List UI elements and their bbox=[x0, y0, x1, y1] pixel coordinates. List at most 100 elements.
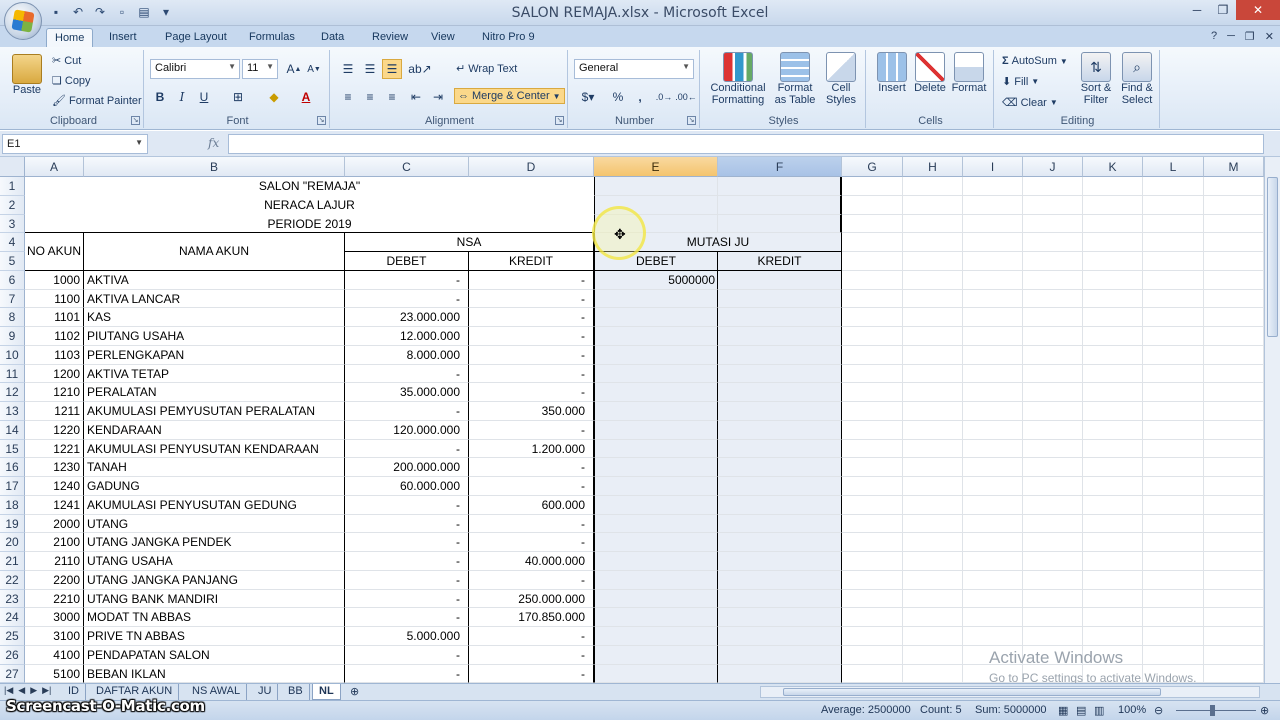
table-row-no-akun[interactable]: 1100 bbox=[25, 289, 84, 309]
row-header-9[interactable]: 9 bbox=[0, 327, 25, 346]
table-row-no-akun[interactable]: 2000 bbox=[25, 514, 84, 534]
cell-empty[interactable] bbox=[842, 495, 903, 515]
cell-empty[interactable] bbox=[842, 570, 903, 590]
row-header-22[interactable]: 22 bbox=[0, 570, 25, 590]
row-header-21[interactable]: 21 bbox=[0, 552, 25, 571]
cell-empty[interactable] bbox=[1023, 533, 1083, 552]
cell-styles-button[interactable]: Cell Styles bbox=[820, 52, 862, 106]
conditional-formatting-button[interactable]: Conditional Formatting bbox=[708, 52, 768, 106]
cell-empty[interactable] bbox=[842, 477, 903, 496]
page-layout-view-icon[interactable]: ▤ bbox=[1076, 704, 1086, 717]
borders-icon[interactable]: ⊞ bbox=[228, 87, 248, 107]
table-row-no-akun[interactable]: 1103 bbox=[25, 345, 84, 365]
cell-empty[interactable] bbox=[1083, 233, 1143, 252]
cell-empty[interactable] bbox=[903, 177, 963, 196]
table-row-no-akun[interactable]: 5100 bbox=[25, 664, 84, 683]
table-row-mutasi-kredit[interactable] bbox=[718, 364, 842, 384]
table-row-nama-akun[interactable]: KAS bbox=[84, 308, 345, 327]
cell-empty[interactable] bbox=[963, 345, 1023, 365]
last-sheet-icon[interactable]: ▶| bbox=[42, 685, 51, 696]
cell-empty[interactable] bbox=[1204, 570, 1264, 590]
table-row-nama-akun[interactable]: AKTIVA LANCAR bbox=[84, 289, 345, 309]
cell-empty[interactable] bbox=[1143, 570, 1204, 590]
shrink-font-icon[interactable]: A ▼ bbox=[304, 59, 324, 79]
table-row-nama-akun[interactable]: UTANG USAHA bbox=[84, 552, 345, 571]
cell-empty[interactable] bbox=[1204, 364, 1264, 384]
underline-button[interactable]: U bbox=[194, 87, 214, 107]
bold-button[interactable]: B bbox=[150, 87, 170, 107]
table-row-no-akun[interactable]: 2100 bbox=[25, 533, 84, 552]
row-header-23[interactable]: 23 bbox=[0, 589, 25, 609]
table-row-nama-akun[interactable]: PIUTANG USAHA bbox=[84, 327, 345, 346]
cell-empty[interactable] bbox=[1023, 552, 1083, 571]
cell-empty[interactable] bbox=[1083, 327, 1143, 346]
cell-empty[interactable] bbox=[1023, 327, 1083, 346]
table-row-nama-akun[interactable]: PERLENGKAPAN bbox=[84, 345, 345, 365]
cell-empty[interactable] bbox=[903, 627, 963, 646]
cut-button[interactable]: ✂ Cut bbox=[52, 54, 81, 68]
table-row-mutasi-debet[interactable] bbox=[594, 402, 718, 421]
cell-empty[interactable] bbox=[1143, 327, 1204, 346]
table-row-mutasi-kredit[interactable] bbox=[718, 477, 842, 496]
currency-icon[interactable]: $▾ bbox=[578, 87, 598, 107]
cell-empty[interactable] bbox=[963, 214, 1023, 234]
zoom-in-icon[interactable]: ⊕ bbox=[1260, 704, 1269, 717]
table-row-mutasi-kredit[interactable] bbox=[718, 270, 842, 290]
table-row-mutasi-kredit[interactable] bbox=[718, 345, 842, 365]
table-row-nsa-kredit[interactable]: 250.000.000 bbox=[469, 589, 594, 609]
table-row-mutasi-kredit[interactable] bbox=[718, 383, 842, 402]
table-row-nsa-debet[interactable]: - bbox=[345, 270, 469, 290]
cell-empty[interactable] bbox=[1204, 308, 1264, 327]
table-row-nsa-debet[interactable]: - bbox=[345, 402, 469, 421]
cell-empty[interactable] bbox=[1143, 364, 1204, 384]
vertical-scrollbar[interactable] bbox=[1264, 157, 1280, 683]
cell-empty[interactable] bbox=[842, 439, 903, 459]
cell-empty[interactable] bbox=[1204, 214, 1264, 234]
table-row-nsa-kredit[interactable]: - bbox=[469, 270, 594, 290]
table-row-no-akun[interactable]: 1200 bbox=[25, 364, 84, 384]
cell-empty[interactable] bbox=[1204, 439, 1264, 459]
cell-empty[interactable] bbox=[1023, 364, 1083, 384]
grow-font-icon[interactable]: A ▲ bbox=[284, 59, 304, 79]
cell-empty[interactable] bbox=[963, 270, 1023, 290]
cell-empty[interactable] bbox=[1143, 214, 1204, 234]
normal-view-icon[interactable]: ▦ bbox=[1058, 704, 1068, 717]
cell-empty[interactable] bbox=[1083, 608, 1143, 627]
cell-empty[interactable] bbox=[1204, 664, 1264, 683]
table-row-nsa-debet[interactable]: 5.000.000 bbox=[345, 627, 469, 646]
comma-button[interactable]: , bbox=[630, 87, 650, 107]
row-header-17[interactable]: 17 bbox=[0, 477, 25, 496]
cell-empty[interactable] bbox=[1083, 420, 1143, 440]
cell-empty[interactable] bbox=[1204, 195, 1264, 215]
header-nama-akun[interactable]: NAMA AKUN bbox=[84, 233, 345, 271]
row-header-18[interactable]: 18 bbox=[0, 495, 25, 515]
tab-page-layout[interactable]: Page Layout bbox=[157, 28, 235, 48]
cell-empty[interactable] bbox=[1083, 627, 1143, 646]
cell-empty[interactable] bbox=[1204, 252, 1264, 271]
table-row-mutasi-debet[interactable] bbox=[594, 477, 718, 496]
cell-empty[interactable] bbox=[1143, 514, 1204, 534]
row-header-26[interactable]: 26 bbox=[0, 645, 25, 665]
table-row-nama-akun[interactable]: UTANG JANGKA PANJANG bbox=[84, 570, 345, 590]
horizontal-scroll-thumb[interactable] bbox=[783, 688, 1161, 696]
cell-empty[interactable] bbox=[903, 383, 963, 402]
table-row-nsa-debet[interactable]: - bbox=[345, 364, 469, 384]
table-row-nama-akun[interactable]: BEBAN IKLAN bbox=[84, 664, 345, 683]
table-row-mutasi-debet[interactable] bbox=[594, 289, 718, 309]
cell-empty[interactable] bbox=[963, 514, 1023, 534]
sheet-tab-ju[interactable]: JU bbox=[252, 684, 279, 700]
cell-empty[interactable] bbox=[1143, 383, 1204, 402]
cell-empty[interactable] bbox=[963, 570, 1023, 590]
cell-empty[interactable] bbox=[1143, 252, 1204, 271]
sheet-title-1[interactable]: SALON "REMAJA" bbox=[25, 177, 594, 196]
cell-f2[interactable] bbox=[718, 195, 842, 215]
table-row-nsa-debet[interactable]: 35.000.000 bbox=[345, 383, 469, 402]
ribbon-minimize-icon[interactable]: ─ bbox=[1227, 30, 1235, 43]
font-launcher-icon[interactable]: ↘ bbox=[317, 116, 326, 125]
align-bottom-icon[interactable]: ☰ bbox=[382, 59, 402, 79]
cell-empty[interactable] bbox=[1023, 195, 1083, 215]
cell-empty[interactable] bbox=[842, 289, 903, 309]
table-row-mutasi-debet[interactable] bbox=[594, 327, 718, 346]
clear-button[interactable]: ⌫ Clear ▼ bbox=[1002, 96, 1058, 110]
cell-empty[interactable] bbox=[1083, 552, 1143, 571]
